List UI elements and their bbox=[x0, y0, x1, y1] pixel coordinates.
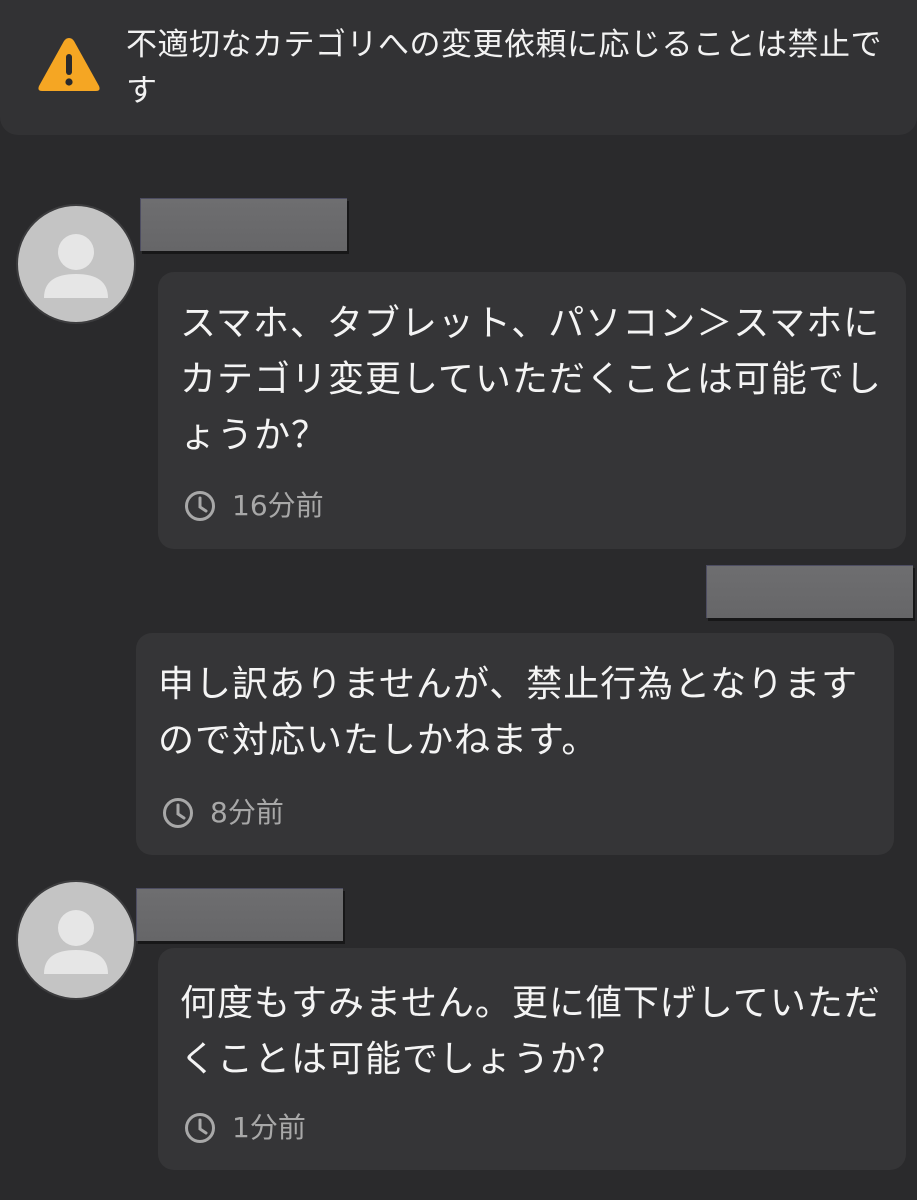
warning-triangle-icon bbox=[38, 38, 100, 91]
message-timestamp: 16分前 bbox=[184, 490, 324, 522]
user-silhouette-icon bbox=[44, 910, 108, 974]
sender-name-redacted bbox=[706, 565, 913, 618]
avatar[interactable] bbox=[16, 204, 136, 324]
clock-icon bbox=[185, 1113, 215, 1143]
clock-icon bbox=[185, 491, 215, 521]
timestamp-text: 16分前 bbox=[232, 489, 324, 522]
avatar[interactable] bbox=[16, 880, 136, 1000]
message-bubble: 申し訳ありませんが、禁止行為となりますので対応いたしかねます。 8分前 bbox=[136, 633, 894, 855]
timestamp-text: 1分前 bbox=[232, 1111, 306, 1144]
sender-name-redacted bbox=[136, 888, 343, 941]
message-timestamp: 1分前 bbox=[184, 1112, 306, 1144]
warning-banner: 不適切なカテゴリへの変更依頼に応じることは禁止です bbox=[0, 0, 917, 135]
message-bubble: 何度もすみません。更に値下げしていただくことは可能でしょうか？ 1分前 bbox=[158, 948, 906, 1170]
message-text: 何度もすみません。更に値下げしていただくことは可能でしょうか？ bbox=[180, 983, 881, 1080]
sender-name-redacted bbox=[140, 198, 347, 251]
user-silhouette-icon bbox=[44, 234, 108, 298]
timestamp-text: 8分前 bbox=[210, 796, 284, 829]
message-text: スマホ、タブレット、パソコン＞スマホにカテゴリ変更していただくことは可能でしょう… bbox=[180, 303, 882, 456]
warning-text: 不適切なカテゴリへの変更依頼に応じることは禁止です bbox=[126, 27, 882, 109]
message-text: 申し訳ありませんが、禁止行為となりますので対応いたしかねます。 bbox=[158, 664, 859, 761]
clock-icon bbox=[163, 798, 193, 828]
message-timestamp: 8分前 bbox=[162, 797, 284, 829]
message-bubble: スマホ、タブレット、パソコン＞スマホにカテゴリ変更していただくことは可能でしょう… bbox=[158, 272, 906, 549]
